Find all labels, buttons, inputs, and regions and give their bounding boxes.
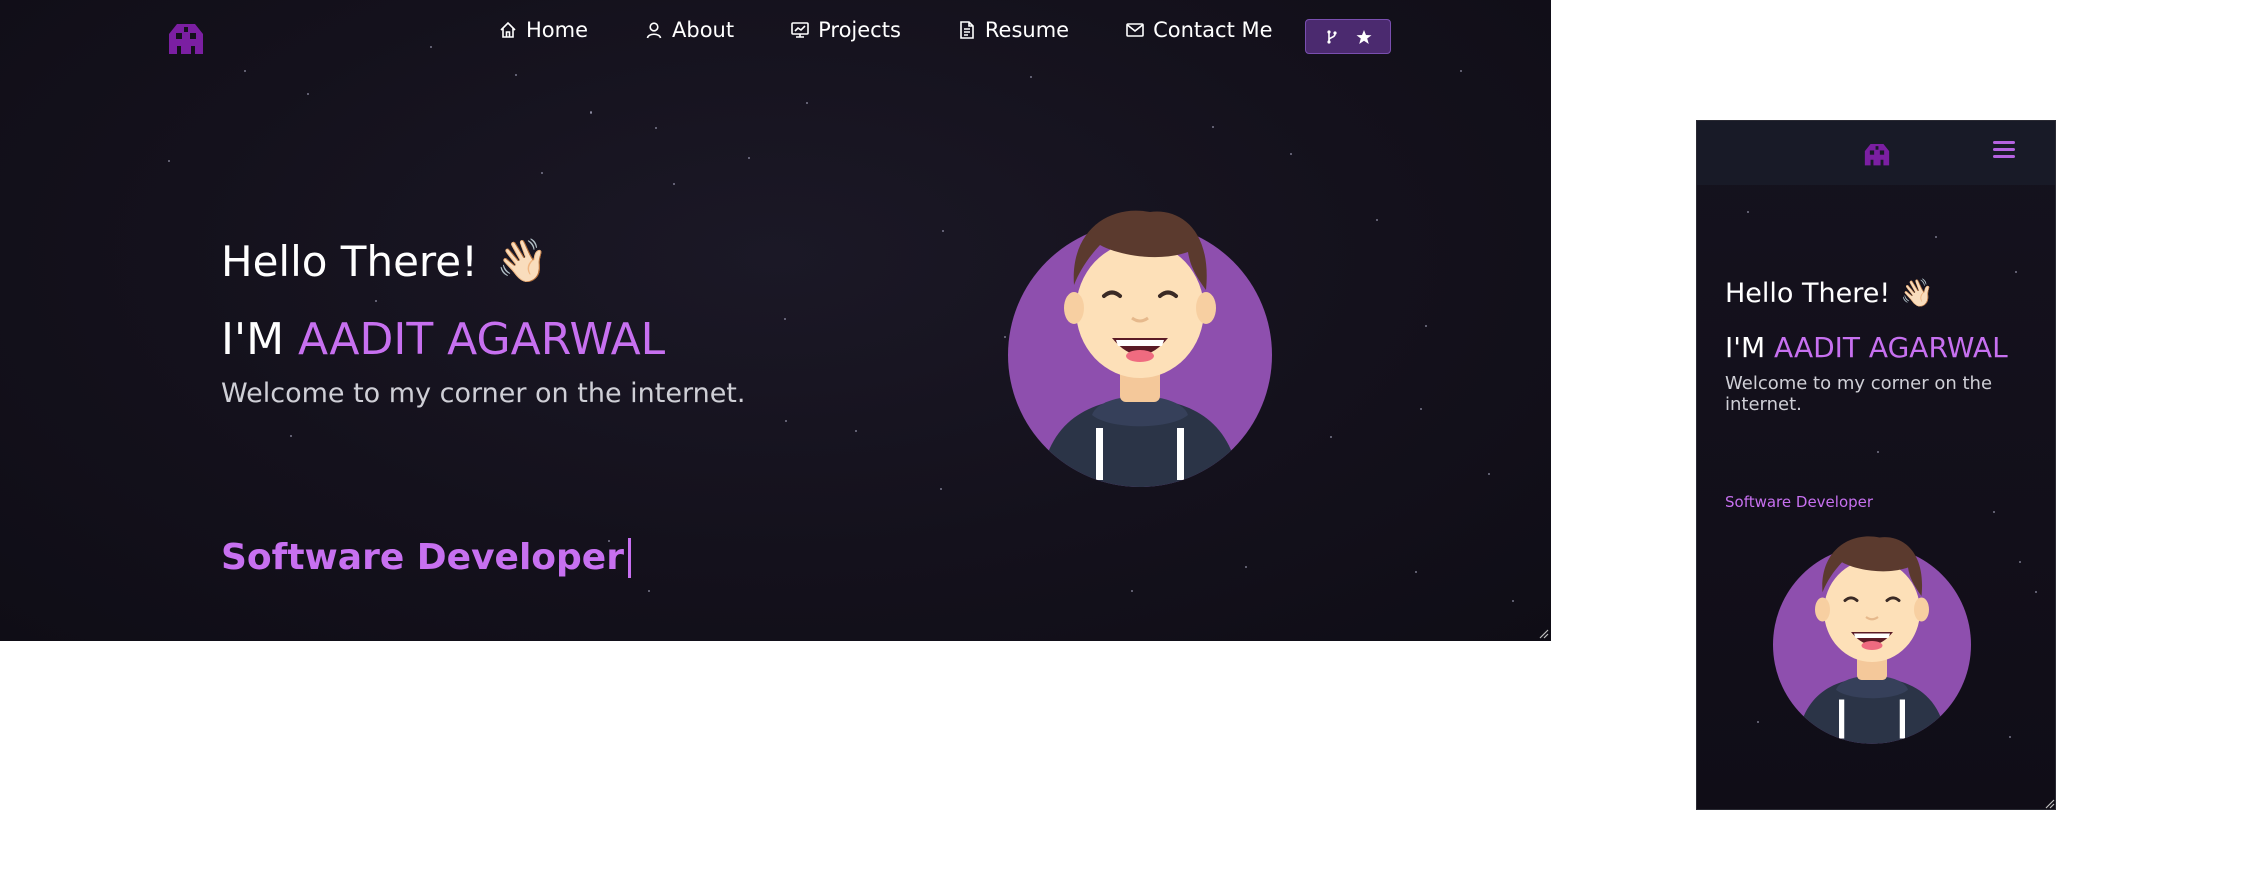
- mobile-resize-handle-icon[interactable]: [2043, 797, 2055, 809]
- greeting-text: Hello There!: [221, 236, 478, 286]
- navbar: Home About Projects Resume Contact Me: [0, 0, 1551, 72]
- name-prefix: I'M: [221, 314, 299, 365]
- logo-icon[interactable]: [165, 20, 207, 56]
- nav-links: Home About Projects Resume Contact Me: [498, 18, 1273, 42]
- user-icon: [646, 22, 662, 39]
- mail-icon: [1126, 23, 1144, 37]
- nav-resume-label: Resume: [984, 18, 1070, 42]
- mobile-greeting: Hello There! 👋🏻: [1725, 277, 1934, 310]
- hero-name: AADIT AGARWAL: [298, 314, 666, 365]
- hamburger-menu-icon[interactable]: [1993, 141, 2015, 161]
- wave-emoji: 👋🏻: [495, 236, 549, 285]
- github-fork-star-button[interactable]: [1305, 19, 1391, 54]
- mobile-navbar: [1697, 121, 2055, 185]
- resize-handle-icon[interactable]: [1537, 627, 1549, 639]
- mobile-greeting-text: Hello There!: [1725, 277, 1891, 309]
- nav-about[interactable]: About: [644, 18, 734, 42]
- nav-resume[interactable]: Resume: [957, 18, 1069, 42]
- desktop-view: Home About Projects Resume Contact Me He…: [0, 0, 1551, 641]
- mobile-welcome: Welcome to my corner on the internet.: [1725, 373, 1993, 415]
- hero-name-line: I'M AADIT AGARWAL: [221, 314, 665, 365]
- document-icon: [960, 21, 974, 39]
- nav-about-label: About: [672, 18, 735, 42]
- home-icon: [500, 21, 516, 38]
- nav-projects[interactable]: Projects: [790, 18, 901, 42]
- mobile-name-line: I'M AADIT AGARWAL: [1725, 331, 2008, 364]
- nav-contact[interactable]: Contact Me: [1125, 18, 1273, 42]
- mobile-wave-emoji: 👋🏻: [1900, 278, 1934, 309]
- typewriter-cursor: [627, 537, 631, 578]
- avatar-image: [1008, 210, 1272, 487]
- nav-projects-label: Projects: [818, 18, 901, 42]
- nav-home[interactable]: Home: [498, 18, 588, 42]
- fork-icon: [1327, 29, 1337, 44]
- mobile-typewriter-text: Software Developer: [1725, 493, 1874, 511]
- mobile-name-prefix: I'M: [1725, 331, 1775, 364]
- typewriter-value: Software Developer: [221, 537, 624, 578]
- hero-welcome: Welcome to my corner on the internet.: [221, 378, 746, 409]
- mobile-avatar-image: [1773, 536, 1971, 744]
- star-icon: [1356, 29, 1372, 44]
- projects-icon: [791, 22, 809, 38]
- mobile-logo-icon[interactable]: [1862, 141, 1892, 171]
- mobile-view: Hello There! 👋🏻 I'M AADIT AGARWAL Welcom…: [1696, 120, 2056, 810]
- nav-home-label: Home: [526, 18, 589, 42]
- nav-contact-label: Contact Me: [1153, 18, 1273, 42]
- typewriter-text: Software Developer: [221, 537, 631, 578]
- mobile-name: AADIT AGARWAL: [1774, 331, 2008, 364]
- hero-greeting: Hello There! 👋🏻: [221, 236, 548, 286]
